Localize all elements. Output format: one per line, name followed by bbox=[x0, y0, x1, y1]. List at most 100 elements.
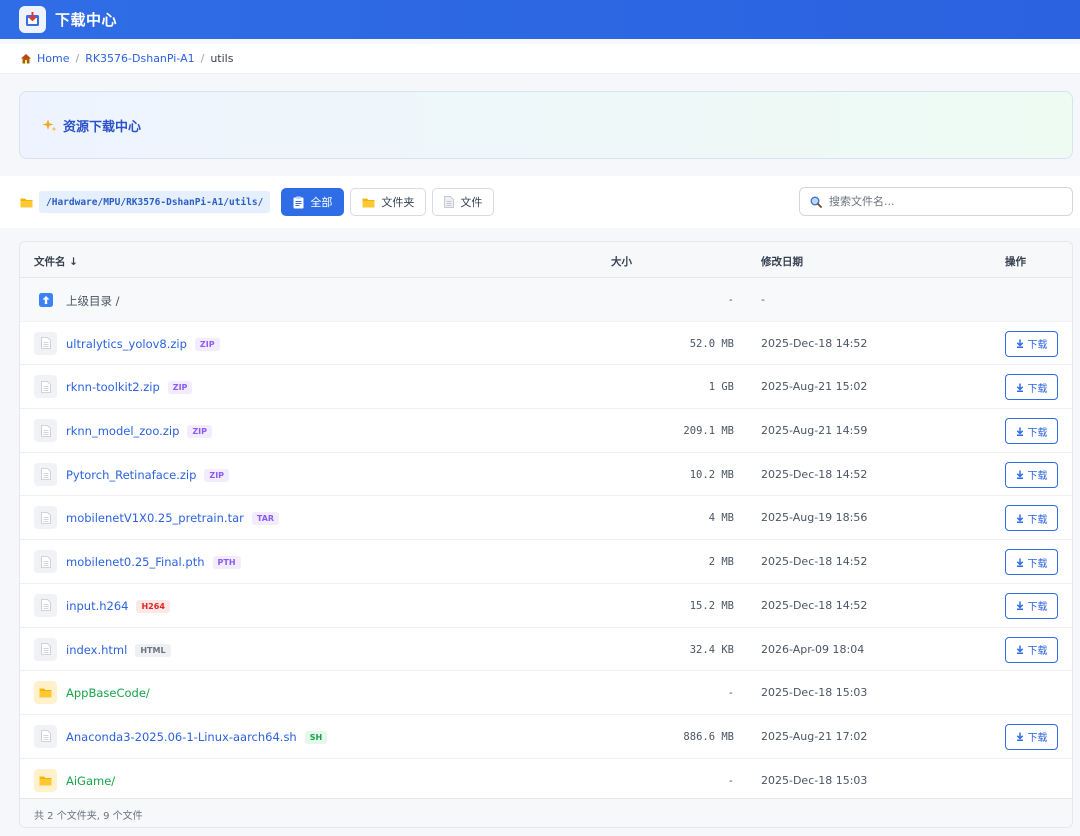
file-icon bbox=[34, 462, 57, 486]
download-button[interactable]: 下载 bbox=[1005, 330, 1058, 357]
file-icon bbox=[34, 506, 57, 530]
download-button[interactable]: 下载 bbox=[1005, 505, 1058, 532]
file-name: ultralytics_yolov8.zip bbox=[66, 336, 187, 351]
file-date: 2025-Aug-21 14:59 bbox=[761, 424, 868, 438]
file-name-link[interactable]: ultralytics_yolov8.zip ZIP bbox=[66, 337, 220, 351]
header-title: 下载中心 bbox=[55, 11, 118, 29]
filter-files-label: 文件 bbox=[460, 196, 483, 209]
file-date: - bbox=[761, 293, 765, 306]
file-type-badge: ZIP bbox=[204, 468, 230, 482]
file-date: 2025-Aug-21 17:02 bbox=[761, 729, 868, 743]
download-label: 下载 bbox=[1027, 427, 1048, 439]
file-name: rknn_model_zoo.zip bbox=[66, 424, 180, 439]
filter-folders-button[interactable]: 文件夹 bbox=[350, 188, 427, 216]
file-type-badge: TAR bbox=[251, 512, 280, 526]
column-header-date: 修改日期 bbox=[761, 256, 803, 268]
file-name-link[interactable]: index.html HTML bbox=[66, 643, 171, 657]
file-name-link[interactable]: mobilenet0.25_Final.pth PTH bbox=[66, 555, 241, 570]
table-row: input.h264 H264 15.2 MB 2025-Dec-18 14:52… bbox=[20, 584, 1072, 628]
file-date: 2025-Aug-21 15:02 bbox=[761, 380, 868, 394]
breadcrumb-separator: / bbox=[200, 52, 205, 65]
file-date: 2025-Dec-18 15:03 bbox=[761, 773, 868, 787]
file-name: input.h264 bbox=[66, 598, 129, 613]
filter-all-label: 全部 bbox=[310, 196, 333, 209]
file-size: 1 GB bbox=[708, 381, 734, 394]
resource-banner: 资源下载中心 bbox=[19, 91, 1073, 159]
search-icon bbox=[810, 196, 822, 208]
file-date: 2025-Dec-18 14:52 bbox=[761, 467, 868, 481]
file-name: mobilenet0.25_Final.pth bbox=[66, 555, 205, 570]
breadcrumb-parent-link[interactable]: RK3576-DshanPi-A1 bbox=[85, 52, 194, 65]
file-name-link[interactable]: Anaconda3-2025.06-1-Linux-aarch64.sh SH bbox=[66, 730, 328, 744]
file-icon bbox=[444, 196, 455, 208]
file-name-link[interactable]: rknn_model_zoo.zip ZIP bbox=[66, 424, 213, 439]
file-name-link[interactable]: rknn-toolkit2.zip ZIP bbox=[66, 380, 193, 395]
file-date: 2025-Aug-19 18:56 bbox=[761, 511, 868, 525]
file-type-badge: PTH bbox=[212, 556, 241, 570]
column-header-name[interactable]: 文件名 ↓ bbox=[34, 254, 78, 269]
file-size: - bbox=[727, 774, 734, 787]
file-type-badge: ZIP bbox=[194, 337, 220, 351]
filter-files-button[interactable]: 文件 bbox=[432, 188, 495, 216]
file-size: 4 MB bbox=[708, 512, 734, 525]
download-label: 下载 bbox=[1027, 514, 1048, 526]
file-name: rknn-toolkit2.zip bbox=[66, 380, 160, 395]
file-icon bbox=[34, 331, 57, 355]
table-row: rknn-toolkit2.zip ZIP 1 GB 2025-Aug-21 15… bbox=[20, 365, 1072, 410]
download-arrow-icon bbox=[1016, 732, 1024, 742]
file-date: 2025-Dec-18 14:52 bbox=[761, 336, 868, 350]
download-button[interactable]: 下载 bbox=[1005, 549, 1058, 576]
breadcrumb-current: utils bbox=[210, 52, 234, 65]
download-arrow-icon bbox=[1016, 339, 1024, 349]
file-icon bbox=[34, 375, 57, 399]
folder-name-link[interactable]: AiGame/ bbox=[66, 774, 115, 788]
file-name-link[interactable]: input.h264 H264 bbox=[66, 599, 170, 613]
download-button[interactable]: 下载 bbox=[1005, 374, 1058, 401]
column-header-action: 操作 bbox=[1005, 256, 1026, 268]
table-row: AiGame/ - 2025-Dec-18 15:03 bbox=[20, 759, 1072, 803]
download-button[interactable]: 下载 bbox=[1005, 418, 1058, 445]
file-name-link[interactable]: mobilenetV1X0.25_pretrain.tar TAR bbox=[66, 511, 280, 526]
file-name: Pytorch_Retinaface.zip bbox=[66, 467, 197, 482]
file-icon bbox=[34, 593, 57, 617]
file-date: 2026-Apr-09 18:04 bbox=[761, 642, 865, 656]
parent-directory-link[interactable]: 上级目录 / bbox=[66, 293, 120, 309]
file-size: 10.2 MB bbox=[689, 468, 734, 481]
clipboard-icon bbox=[293, 196, 304, 209]
table-header: 文件名 ↓ 大小 修改日期 操作 bbox=[20, 242, 1072, 278]
file-size: 209.1 MB bbox=[683, 425, 734, 438]
file-table: 文件名 ↓ 大小 修改日期 操作 上级目录 / - - ultralytics_… bbox=[19, 241, 1073, 828]
download-arrow-icon bbox=[1016, 470, 1024, 480]
banner-title: 资源下载中心 bbox=[63, 119, 142, 135]
search-input[interactable] bbox=[829, 195, 1049, 208]
breadcrumb-home-link[interactable]: Home bbox=[37, 52, 69, 65]
download-logo-icon bbox=[19, 6, 46, 33]
file-icon bbox=[34, 724, 57, 748]
breadcrumb: Home / RK3576-DshanPi-A1 / utils bbox=[0, 44, 1080, 74]
download-label: 下载 bbox=[1027, 471, 1048, 483]
download-button[interactable]: 下载 bbox=[1005, 592, 1058, 619]
file-icon bbox=[34, 637, 57, 661]
download-arrow-icon bbox=[1016, 383, 1024, 392]
filter-folders-label: 文件夹 bbox=[381, 196, 415, 209]
file-date: 2025-Dec-18 14:52 bbox=[761, 598, 868, 612]
table-row: index.html HTML 32.4 KB 2026-Apr-09 18:04… bbox=[20, 628, 1072, 672]
download-button[interactable]: 下载 bbox=[1005, 636, 1058, 663]
filter-all-button[interactable]: 全部 bbox=[281, 188, 345, 216]
up-arrow-icon bbox=[34, 288, 57, 311]
file-name-link[interactable]: Pytorch_Retinaface.zip ZIP bbox=[66, 467, 230, 482]
download-button[interactable]: 下载 bbox=[1005, 461, 1058, 488]
file-type-badge: ZIP bbox=[187, 425, 213, 439]
file-date: 2025-Dec-18 14:52 bbox=[761, 555, 868, 569]
parent-directory-row[interactable]: 上级目录 / - - bbox=[20, 278, 1072, 322]
file-size: 886.6 MB bbox=[683, 730, 734, 743]
download-arrow-icon bbox=[1016, 427, 1024, 436]
download-button[interactable]: 下载 bbox=[1005, 723, 1058, 750]
download-label: 下载 bbox=[1027, 383, 1048, 395]
file-name: mobilenetV1X0.25_pretrain.tar bbox=[66, 511, 244, 526]
folder-name-link[interactable]: AppBaseCode/ bbox=[66, 686, 150, 700]
file-size: 15.2 MB bbox=[689, 599, 734, 612]
file-size: 52.0 MB bbox=[689, 337, 734, 350]
breadcrumb-separator: / bbox=[75, 52, 80, 65]
download-label: 下载 bbox=[1027, 646, 1048, 657]
